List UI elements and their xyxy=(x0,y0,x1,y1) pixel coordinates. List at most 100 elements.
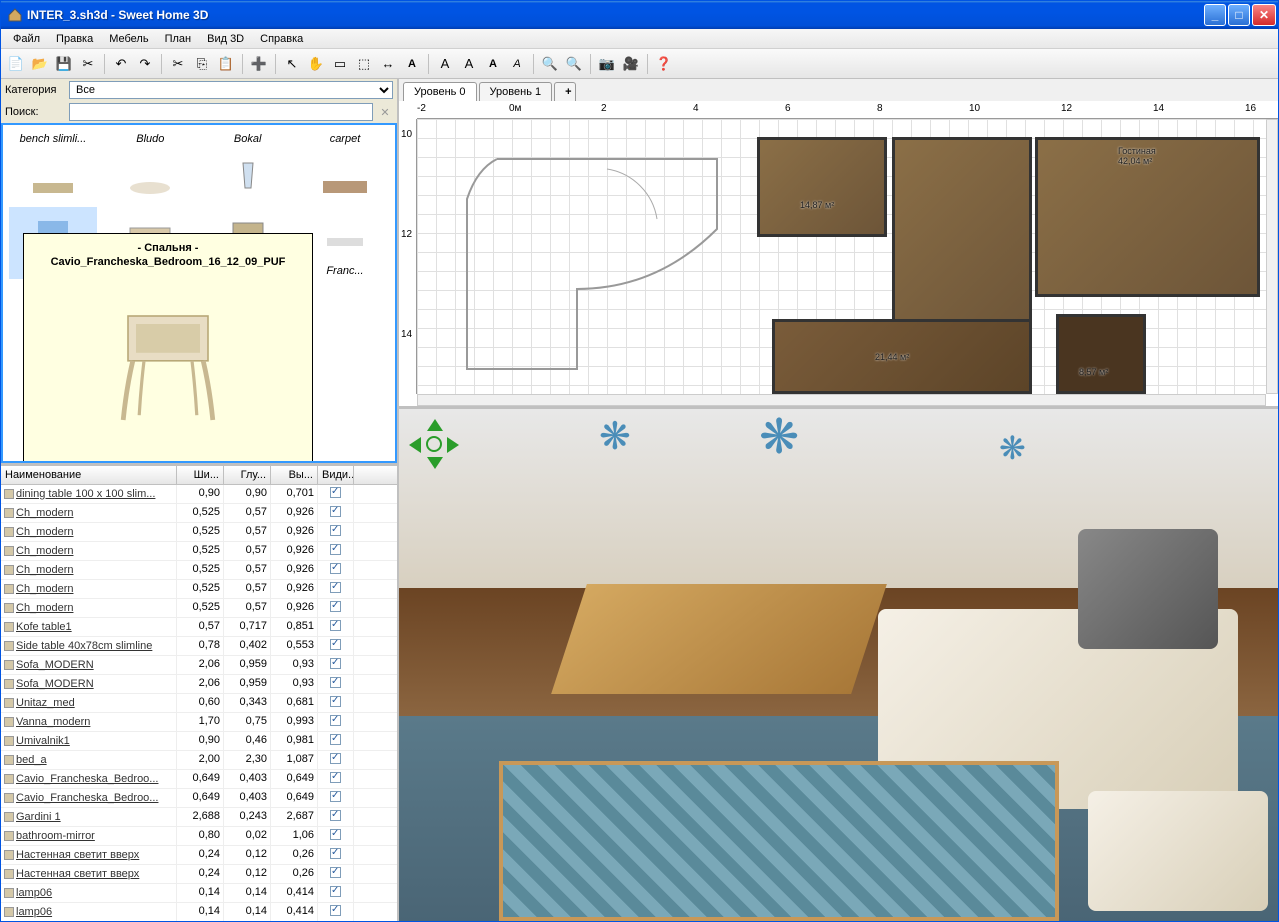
save-icon[interactable]: 💾 xyxy=(53,53,75,75)
text2-icon[interactable]: A xyxy=(434,53,456,75)
table-row[interactable]: Cavio_Francheska_Bedroo...0,6490,4030,64… xyxy=(1,770,397,789)
table-row[interactable]: lamp060,140,140,414 xyxy=(1,884,397,903)
tooltip-name: Cavio_Francheska_Bedroom_16_12_09_PUF xyxy=(32,256,304,268)
menubar: Файл Правка Мебель План Вид 3D Справка xyxy=(1,29,1278,49)
zoom-in-icon[interactable]: 🔍 xyxy=(563,53,585,75)
table-row[interactable]: Unitaz_med0,600,3430,681 xyxy=(1,694,397,713)
minimize-button[interactable]: _ xyxy=(1204,4,1226,26)
text3-icon[interactable]: A xyxy=(458,53,480,75)
armchair-3d xyxy=(1078,529,1218,649)
catalog-item[interactable]: carpet xyxy=(301,131,389,203)
room-icon[interactable]: ⬚ xyxy=(353,53,375,75)
nav-left-icon[interactable] xyxy=(409,437,421,453)
redo-icon[interactable]: ↷ xyxy=(134,53,156,75)
chandelier-icon: ❋ xyxy=(999,429,1026,467)
table-row[interactable]: dining table 100 x 100 slim...0,900,900,… xyxy=(1,485,397,504)
wall-icon[interactable]: ▭ xyxy=(329,53,351,75)
plan-view[interactable]: -20м246810121416 101214 14,87 м² Гостина… xyxy=(399,101,1278,406)
toolbar: 📄 📂 💾 ✂ ↶ ↷ ✂ ⎘ 📋 ➕ ↖ ✋ ▭ ⬚ ↔ A A A A A … xyxy=(1,49,1278,79)
catalog-item[interactable]: Franc... xyxy=(301,207,389,279)
table-row[interactable]: bathroom-mirror0,800,021,06 xyxy=(1,827,397,846)
furniture-catalog[interactable]: bench slimli... Bludo Bokal carpet Ca...… xyxy=(1,123,397,463)
category-select[interactable]: Все xyxy=(69,81,393,99)
table-row[interactable]: Cavio_Francheska_Bedroo...0,6490,4030,64… xyxy=(1,789,397,808)
add-furniture-icon[interactable]: ➕ xyxy=(248,53,270,75)
table-row[interactable]: Umivalnik10,900,460,981 xyxy=(1,732,397,751)
menu-plan[interactable]: План xyxy=(157,31,200,47)
nav-up-icon[interactable] xyxy=(427,419,443,431)
plan-canvas[interactable]: 14,87 м² Гостиная 42,04 м² 21,44 м² 8,57… xyxy=(417,119,1266,394)
undo-icon[interactable]: ↶ xyxy=(110,53,132,75)
zoom-out-icon[interactable]: 🔍 xyxy=(539,53,561,75)
nav-center-icon[interactable] xyxy=(426,436,442,452)
table-row[interactable]: Настенная светит вверх0,240,120,26 xyxy=(1,865,397,884)
table-row[interactable]: Ch_modern0,5250,570,926 xyxy=(1,561,397,580)
nav-down-icon[interactable] xyxy=(427,457,443,469)
photo-icon[interactable]: 📷 xyxy=(596,53,618,75)
table-3d xyxy=(551,584,887,694)
furniture-list: Наименование Ши... Глу... Вы... Види... … xyxy=(1,466,397,921)
menu-help[interactable]: Справка xyxy=(252,31,311,47)
table-row[interactable]: Ch_modern0,5250,570,926 xyxy=(1,523,397,542)
table-row[interactable]: Vanna_modern1,700,750,993 xyxy=(1,713,397,732)
plan-panel: Уровень 0 Уровень 1 + -20м246810121416 1… xyxy=(399,79,1278,409)
new-icon[interactable]: 📄 xyxy=(5,53,27,75)
table-row[interactable]: lamp060,140,140,414 xyxy=(1,903,397,921)
catalog-panel: Категория Все Поиск: ✕ bench slimli... B… xyxy=(1,79,397,466)
paste-icon[interactable]: 📋 xyxy=(215,53,237,75)
chandelier-icon: ❋ xyxy=(759,409,799,465)
table-row[interactable]: Kofe table10,570,7170,851 xyxy=(1,618,397,637)
table-row[interactable]: Side table 40x78cm slimline0,780,4020,55… xyxy=(1,637,397,656)
list-header[interactable]: Наименование Ши... Глу... Вы... Види... xyxy=(1,466,397,485)
plan-scrollbar-h[interactable] xyxy=(417,394,1266,406)
search-input[interactable] xyxy=(69,103,373,121)
prefs-icon[interactable]: ✂ xyxy=(77,53,99,75)
table-row[interactable]: Ch_modern0,5250,570,926 xyxy=(1,599,397,618)
carpet-3d xyxy=(499,761,1059,921)
table-row[interactable]: Ch_modern0,5250,570,926 xyxy=(1,580,397,599)
ottoman-3d xyxy=(1088,791,1268,911)
table-row[interactable]: Sofa_MODERN2,060,9590,93 xyxy=(1,675,397,694)
table-row[interactable]: Ch_modern0,5250,570,926 xyxy=(1,542,397,561)
table-row[interactable]: bed_a2,002,301,087 xyxy=(1,751,397,770)
table-row[interactable]: Ch_modern0,5250,570,926 xyxy=(1,504,397,523)
plan-scrollbar-v[interactable] xyxy=(1266,119,1278,394)
help-icon[interactable]: ❓ xyxy=(653,53,675,75)
tab-level0[interactable]: Уровень 0 xyxy=(403,82,477,101)
pan-icon[interactable]: ✋ xyxy=(305,53,327,75)
chandelier-icon: ❋ xyxy=(599,414,631,459)
nav-right-icon[interactable] xyxy=(447,437,459,453)
tab-level1[interactable]: Уровень 1 xyxy=(479,82,553,101)
menu-furniture[interactable]: Мебель xyxy=(101,31,156,47)
table-row[interactable]: Sofa_MODERN2,060,9590,93 xyxy=(1,656,397,675)
titlebar: INTER_3.sh3d - Sweet Home 3D _ □ ✕ xyxy=(1,1,1278,29)
tab-add[interactable]: + xyxy=(554,82,576,101)
text5-icon[interactable]: A xyxy=(506,53,528,75)
maximize-button[interactable]: □ xyxy=(1228,4,1250,26)
list-body[interactable]: dining table 100 x 100 slim...0,900,900,… xyxy=(1,485,397,921)
ruler-horizontal: -20м246810121416 xyxy=(417,101,1278,119)
catalog-item[interactable]: bench slimli... xyxy=(9,131,97,203)
table-row[interactable]: Настенная светит вверх0,240,120,26 xyxy=(1,846,397,865)
menu-edit[interactable]: Правка xyxy=(48,31,101,47)
category-label: Категория xyxy=(5,84,65,96)
close-button[interactable]: ✕ xyxy=(1252,4,1276,26)
menu-file[interactable]: Файл xyxy=(5,31,48,47)
3d-nav-control[interactable] xyxy=(409,419,459,469)
tooltip-preview xyxy=(78,274,258,454)
select-icon[interactable]: ↖ xyxy=(281,53,303,75)
3d-view[interactable]: ❋ ❋ ❋ xyxy=(399,409,1278,921)
catalog-item[interactable]: Bokal xyxy=(204,131,292,203)
menu-3dview[interactable]: Вид 3D xyxy=(199,31,252,47)
dimension-icon[interactable]: ↔ xyxy=(377,53,399,75)
furniture-tooltip: - Спальня - Cavio_Francheska_Bedroom_16_… xyxy=(23,233,313,463)
text-icon[interactable]: A xyxy=(401,53,423,75)
open-icon[interactable]: 📂 xyxy=(29,53,51,75)
catalog-item[interactable]: Bludo xyxy=(106,131,194,203)
copy-icon[interactable]: ⎘ xyxy=(191,53,213,75)
clear-search-icon[interactable]: ✕ xyxy=(377,106,393,119)
text4-icon[interactable]: A xyxy=(482,53,504,75)
video-icon[interactable]: 🎥 xyxy=(620,53,642,75)
table-row[interactable]: Gardini 12,6880,2432,687 xyxy=(1,808,397,827)
cut-icon[interactable]: ✂ xyxy=(167,53,189,75)
